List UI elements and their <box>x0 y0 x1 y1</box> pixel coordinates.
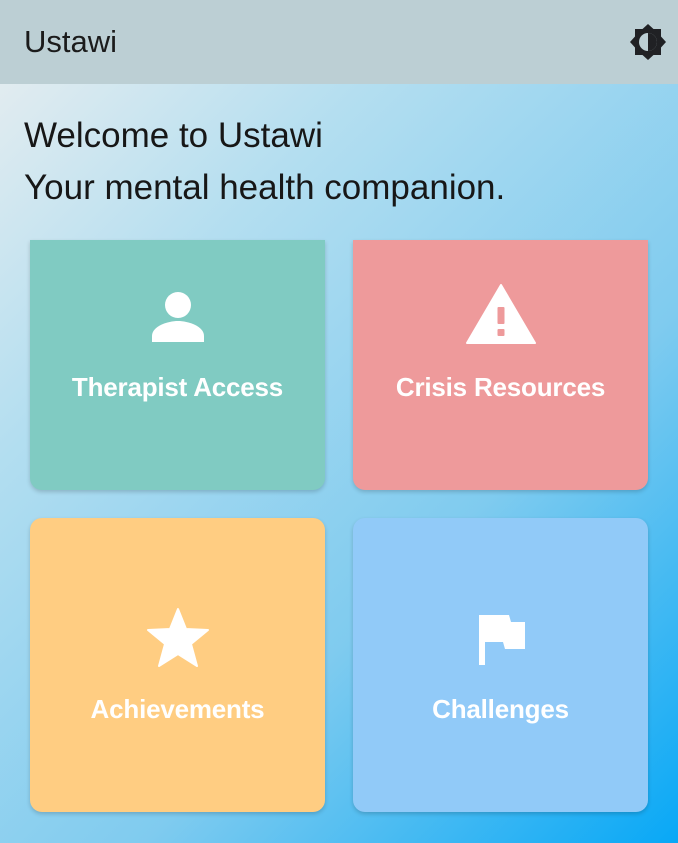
app-bar: Ustawi <box>0 0 678 84</box>
achievements-card[interactable]: Achievements <box>30 518 325 812</box>
therapist-access-card[interactable]: Therapist Access <box>30 240 325 490</box>
achievements-label: Achievements <box>90 694 265 724</box>
challenges-card[interactable]: Challenges <box>353 518 648 812</box>
app-title: Ustawi <box>24 24 118 59</box>
challenges-label: Challenges <box>432 694 569 724</box>
welcome-subtitle: Your mental health companion. <box>24 168 506 207</box>
flag-icon <box>478 615 525 665</box>
person-icon <box>151 292 204 342</box>
brightness-icon <box>630 24 666 60</box>
crisis-resources-card[interactable]: Crisis Resources <box>353 240 648 490</box>
crisis-resources-label: Crisis Resources <box>395 372 606 402</box>
therapist-access-label: Therapist Access <box>71 372 284 402</box>
welcome-title: Welcome to Ustawi <box>24 116 323 155</box>
star-icon <box>146 608 209 667</box>
theme-toggle-button[interactable] <box>628 22 668 62</box>
welcome-heading: Welcome to Ustawi Your mental health com… <box>24 110 664 214</box>
warning-icon <box>465 284 536 344</box>
